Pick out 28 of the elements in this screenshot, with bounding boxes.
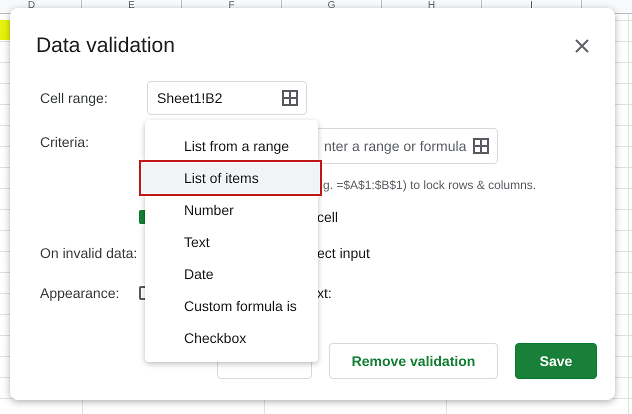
grid-icon[interactable] bbox=[473, 138, 489, 154]
menu-item[interactable]: List of items bbox=[141, 162, 320, 194]
menu-item[interactable]: Checkbox bbox=[145, 322, 318, 354]
column-header[interactable]: H bbox=[428, 0, 436, 11]
highlighted-cell bbox=[0, 20, 10, 40]
hint-text: g. =$A$1:$B$1) to lock rows & columns. bbox=[323, 178, 538, 192]
menu-item[interactable]: Text bbox=[145, 226, 318, 258]
close-icon[interactable] bbox=[575, 39, 589, 53]
dialog-title: Data validation bbox=[36, 34, 175, 58]
column-header[interactable]: D bbox=[28, 0, 36, 11]
save-button[interactable]: Save bbox=[515, 343, 597, 379]
column-header[interactable]: F bbox=[228, 0, 235, 11]
remove-validation-button[interactable]: Remove validation bbox=[329, 343, 498, 379]
menu-item[interactable]: Custom formula is bbox=[145, 290, 318, 322]
grid-icon[interactable] bbox=[282, 90, 298, 106]
column-header[interactable]: E bbox=[128, 0, 135, 11]
field-label: Cell range: bbox=[40, 90, 108, 106]
column-header[interactable]: I bbox=[530, 0, 533, 11]
field-label: Criteria: bbox=[40, 133, 90, 150]
option-label: xt: bbox=[317, 285, 332, 301]
field-label: Appearance: bbox=[40, 285, 120, 301]
cell-range-field[interactable]: Sheet1!B2 bbox=[147, 81, 307, 115]
menu-item[interactable]: Date bbox=[145, 258, 318, 290]
menu-item[interactable]: Number bbox=[145, 194, 318, 226]
field-label: On invalid data: bbox=[40, 245, 138, 261]
checkbox-label: cell bbox=[317, 209, 338, 225]
column-header[interactable]: G bbox=[328, 0, 336, 11]
option-label: ect input bbox=[317, 245, 371, 261]
